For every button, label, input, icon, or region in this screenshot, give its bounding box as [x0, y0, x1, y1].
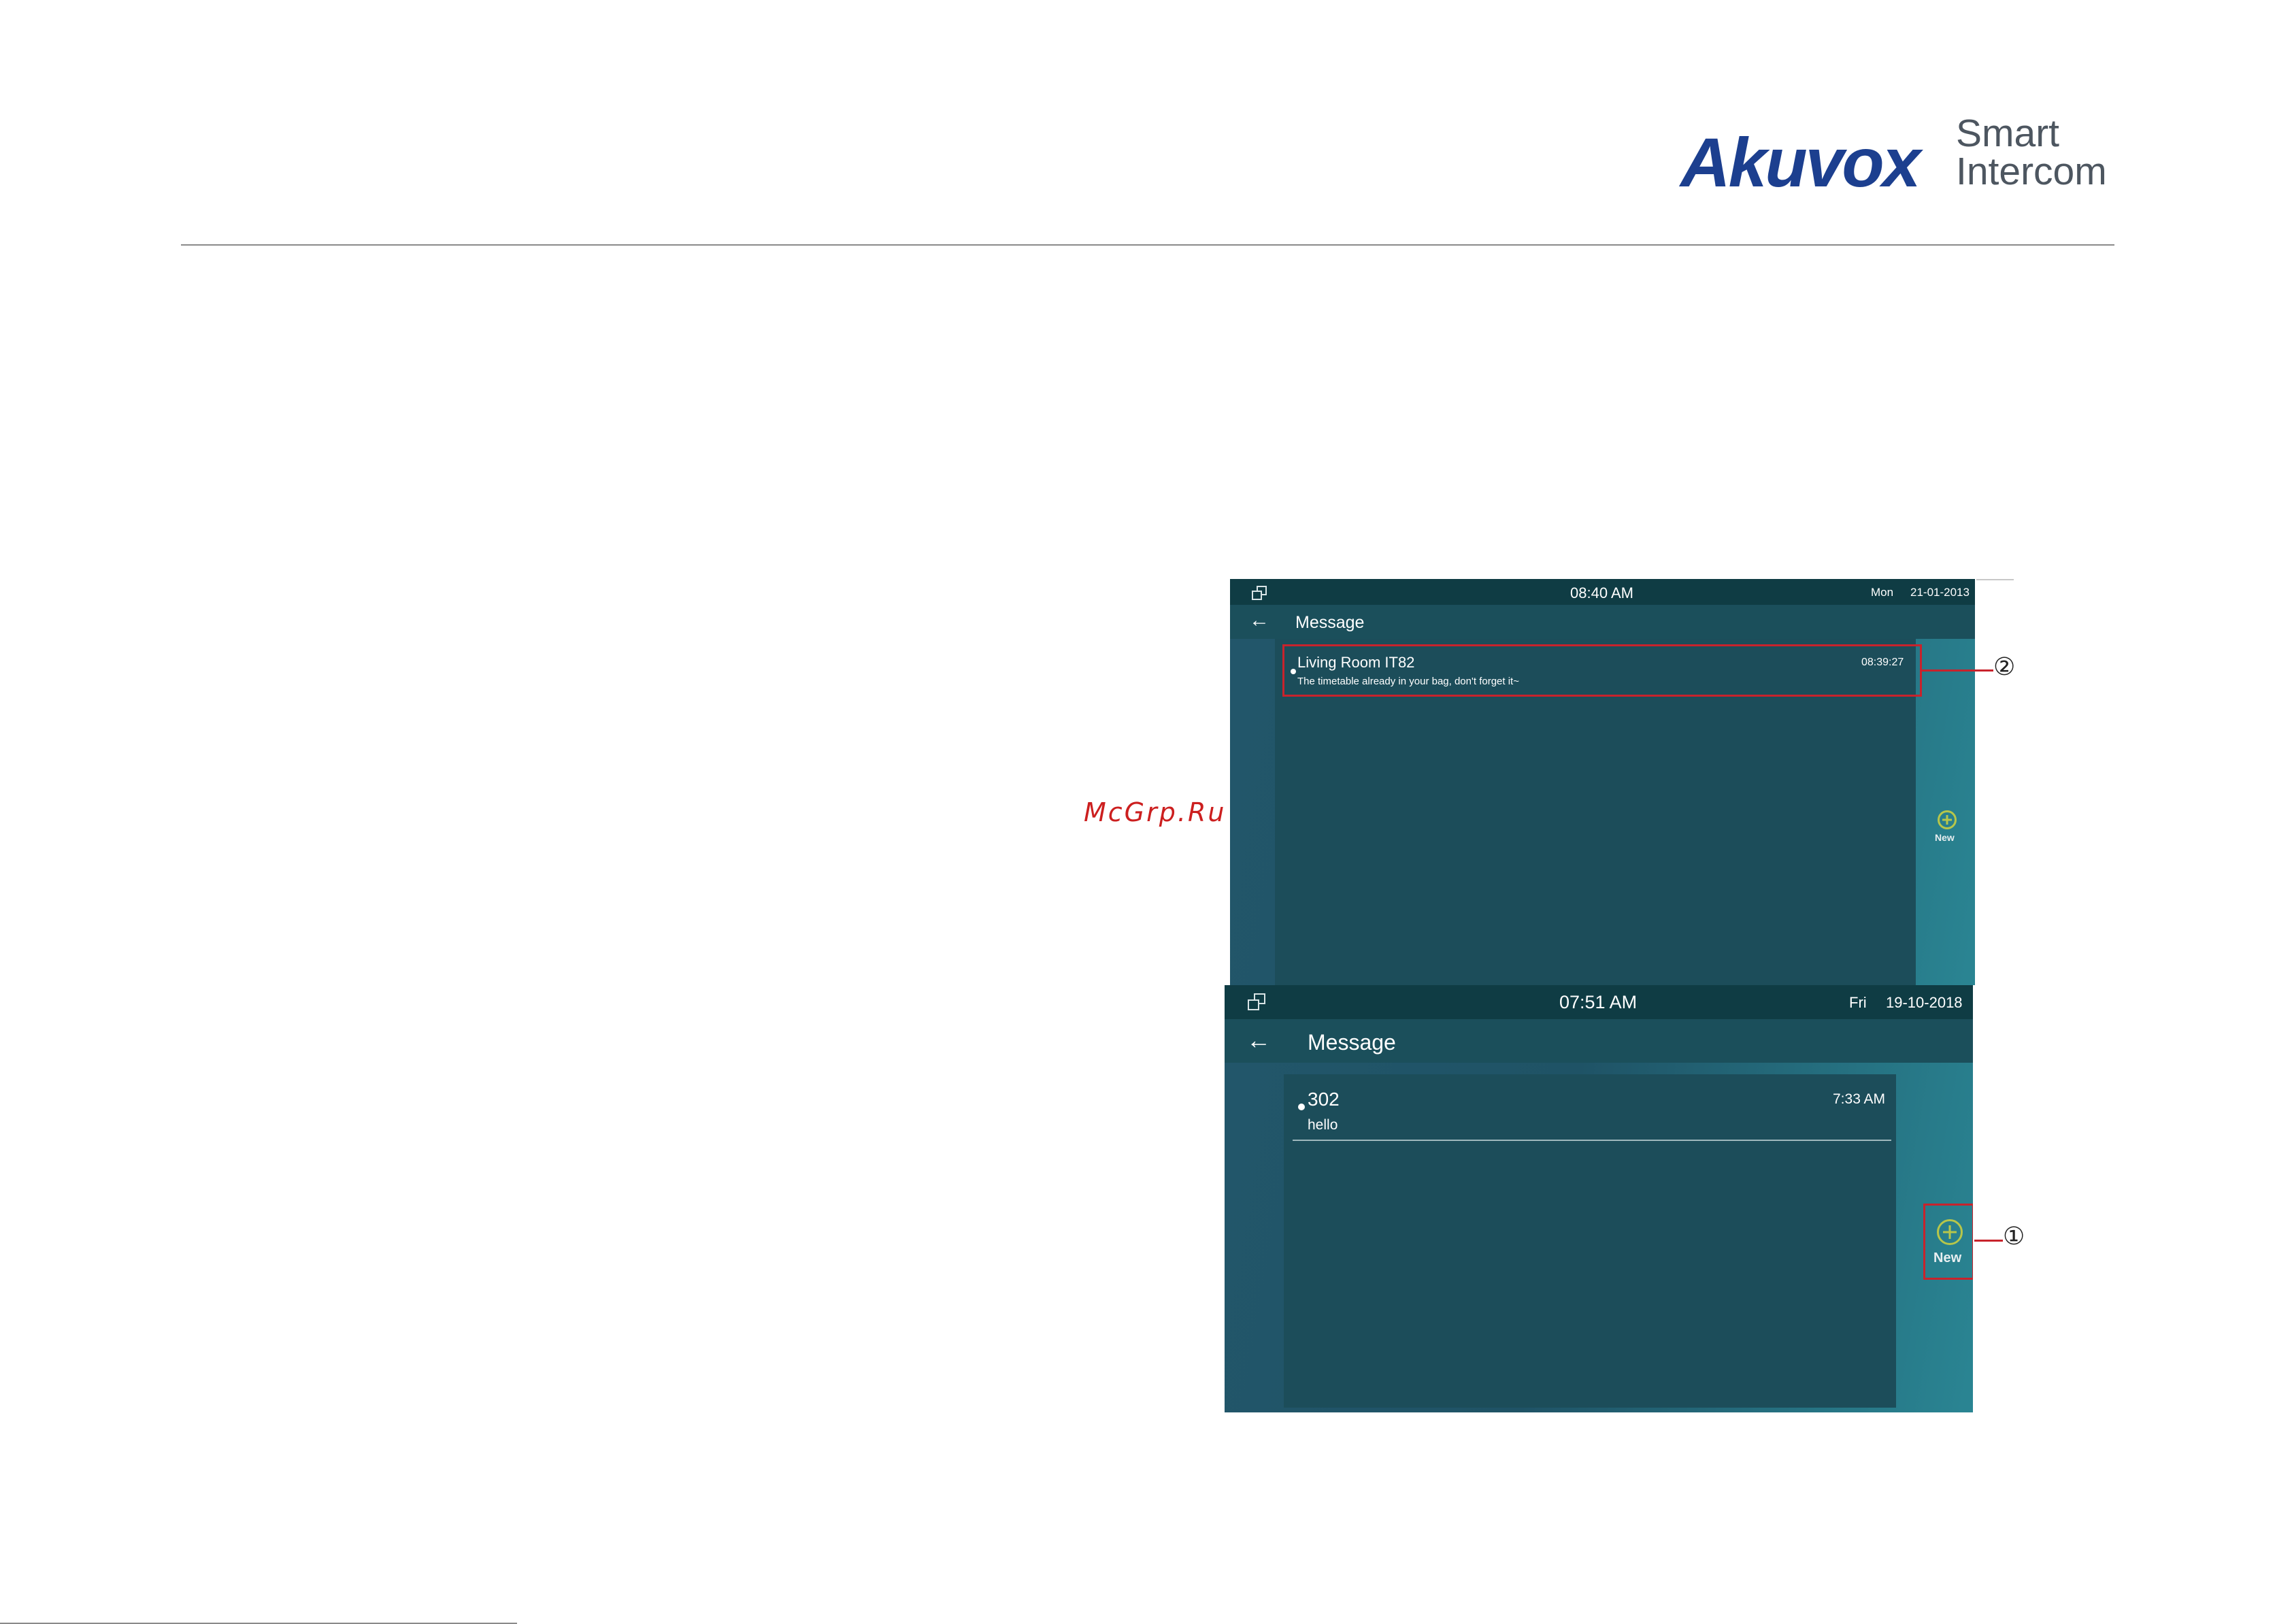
back-arrow-icon[interactable]: ←	[1246, 1026, 1271, 1055]
logo-tagline-intercom: Intercom	[1956, 150, 2107, 193]
window-switch-icon[interactable]	[1252, 586, 1267, 600]
message-preview: The timetable already in your bag, don't…	[1297, 676, 1519, 687]
status-date: 21-01-2013	[1910, 586, 1970, 599]
title-bar: ← Message	[1230, 605, 1975, 639]
status-day: Fri	[1849, 994, 1867, 1011]
new-message-button[interactable]: New	[1931, 810, 1963, 851]
unread-dot-icon	[1291, 669, 1296, 674]
window-switch-icon[interactable]	[1248, 993, 1265, 1010]
new-button-label: New	[1935, 832, 1955, 843]
page-title: Message	[1295, 613, 1365, 632]
status-time: 07:51 AM	[1559, 992, 1638, 1012]
status-date: 19-10-2018	[1886, 994, 1963, 1011]
status-time: 08:40 AM	[1570, 584, 1633, 601]
status-bar: 08:40 AM Mon 21-01-2013	[1230, 579, 1975, 605]
plus-circle-icon	[1938, 810, 1957, 829]
unread-dot-icon	[1298, 1104, 1305, 1110]
callout-line-1	[1974, 1240, 2003, 1242]
message-screen-2018: 07:51 AM Fri 19-10-2018 ← Message 302 7:…	[1225, 985, 1973, 1412]
new-message-button[interactable]: New	[1925, 1219, 1973, 1274]
logo-brand: Akuvox	[1680, 124, 1921, 201]
header-rule	[181, 244, 2114, 246]
callout-line-2	[1922, 669, 1993, 672]
back-arrow-icon[interactable]: ←	[1249, 609, 1269, 632]
message-list	[1284, 1074, 1896, 1408]
callout-number-1: ①	[2003, 1223, 2025, 1250]
message-divider	[1293, 1140, 1891, 1141]
akuvox-logo: Akuvox Smart Intercom	[1680, 114, 2116, 203]
short-rule	[1976, 579, 2014, 580]
logo-tagline: Smart Intercom	[1956, 112, 2107, 193]
message-preview: hello	[1308, 1117, 1338, 1133]
plus-circle-icon	[1937, 1219, 1963, 1245]
status-day: Mon	[1871, 586, 1894, 599]
title-bar: ← Message	[1225, 1019, 1973, 1063]
callout-number-2: ②	[1993, 653, 2016, 681]
page-title: Message	[1308, 1030, 1396, 1055]
new-button-label: New	[1933, 1250, 1962, 1265]
message-sender: Living Room IT82	[1297, 654, 1415, 671]
message-screen-2013: 08:40 AM Mon 21-01-2013 ← Message Living…	[1230, 579, 1975, 985]
logo-tagline-smart: Smart	[1956, 112, 2060, 155]
watermark: McGrp.Ru	[1084, 797, 1227, 827]
message-time: 08:39:27	[1861, 657, 1904, 668]
message-sender: 302	[1308, 1089, 1340, 1110]
message-time: 7:33 AM	[1833, 1091, 1886, 1107]
status-bar: 07:51 AM Fri 19-10-2018	[1225, 985, 1973, 1019]
